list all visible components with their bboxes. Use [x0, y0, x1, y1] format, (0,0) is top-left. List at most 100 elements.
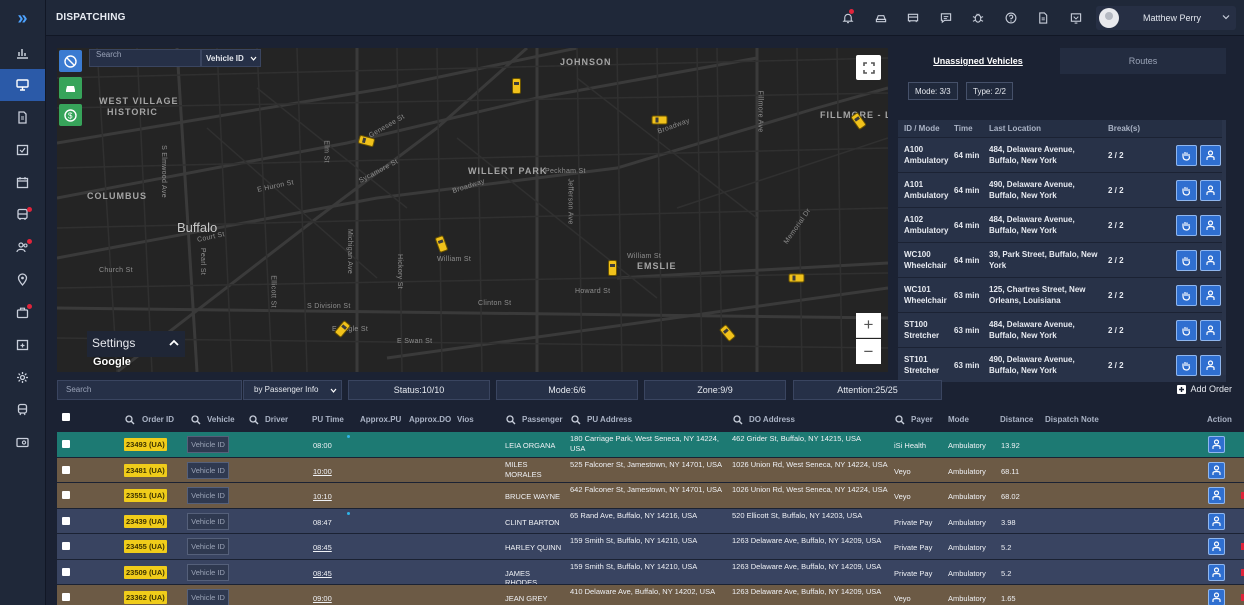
pu-time[interactable]: 09:00 [313, 594, 332, 603]
order-row[interactable]: 23509 (UA) Vehicle ID 08:45 JAMES RHODES… [57, 558, 1244, 587]
attention-filter[interactable]: Attention:25/25 [793, 380, 942, 400]
truck-button[interactable] [897, 10, 930, 26]
sidebar-item-chart[interactable] [0, 36, 45, 69]
vehicle-id-select[interactable]: Vehicle ID [187, 512, 229, 530]
vehicle-id-select[interactable]: Vehicle ID [187, 461, 229, 479]
tab-unassigned-vehicles[interactable]: Unassigned Vehicles [897, 48, 1059, 74]
vehicle-row[interactable]: A102 Ambulatory 64 min 484, Delaware Ave… [898, 207, 1226, 242]
search-icon[interactable] [733, 415, 743, 427]
order-row[interactable]: 23481 (UA) Vehicle ID 10:00 MILES MORALE… [57, 456, 1244, 482]
order-row[interactable]: 23493 (UA) Vehicle ID 08:00 LEIA ORGANA … [57, 431, 1244, 457]
assign-driver-button[interactable] [1208, 589, 1225, 605]
view-driver-button[interactable] [1200, 355, 1221, 376]
bell-button[interactable] [832, 9, 865, 26]
assign-vehicle-button[interactable] [1176, 355, 1197, 376]
user-menu[interactable]: Matthew Perry [1096, 6, 1236, 30]
view-driver-button[interactable] [1200, 180, 1221, 201]
assign-vehicle-button[interactable] [1176, 145, 1197, 166]
order-id[interactable]: 23362 (UA) [124, 591, 167, 604]
pu-time[interactable]: 08:45 [313, 569, 332, 578]
pu-time[interactable]: 10:10 [313, 492, 332, 501]
zoom-in-button[interactable]: + [856, 313, 881, 338]
assign-driver-button[interactable] [1208, 512, 1225, 530]
orders-search-type-select[interactable]: by Passenger Info [243, 380, 342, 400]
status-filter[interactable]: Status:10/10 [348, 380, 490, 400]
row-checkbox[interactable] [62, 593, 70, 601]
vehicles-scrollbar[interactable] [1222, 120, 1226, 375]
mode-filter-chip[interactable]: Mode: 3/3 [908, 82, 958, 100]
map-search-input[interactable]: Search [89, 49, 201, 67]
vehicle-marker[interactable] [608, 260, 617, 276]
assign-vehicle-button[interactable] [1176, 285, 1197, 306]
sidebar-item-users[interactable] [0, 231, 45, 264]
assign-driver-button[interactable] [1208, 461, 1225, 479]
vehicle-row[interactable]: ST101 Stretcher 63 min 490, Delaware Ave… [898, 347, 1226, 382]
order-id[interactable]: 23455 (UA) [124, 540, 167, 553]
assign-driver-button[interactable] [1208, 538, 1225, 555]
sidebar-item-train[interactable] [0, 394, 45, 427]
vehicle-id-select[interactable]: Vehicle ID [187, 487, 229, 504]
view-driver-button[interactable] [1200, 215, 1221, 236]
row-checkbox[interactable] [62, 542, 70, 550]
row-checkbox[interactable] [62, 440, 70, 448]
sidebar-item-document[interactable] [0, 101, 45, 134]
vehicle-row[interactable]: WC100 Wheelchair 64 min 39, Park Street,… [898, 242, 1226, 277]
order-id[interactable]: 23493 (UA) [124, 438, 167, 451]
chat-button[interactable] [930, 10, 963, 26]
assign-vehicle-button[interactable] [1176, 215, 1197, 236]
view-driver-button[interactable] [1200, 285, 1221, 306]
vehicle-row[interactable]: A100 Ambulatory 64 min 484, Delaware Ave… [898, 137, 1226, 172]
help-button[interactable] [995, 10, 1028, 26]
vehicle-id-select[interactable]: Vehicle ID [187, 563, 229, 581]
map-search-type-select[interactable]: Vehicle ID [201, 49, 261, 67]
pu-time[interactable]: 10:00 [313, 467, 332, 476]
show-vehicles-button[interactable] [59, 77, 82, 99]
orders-search-input[interactable]: Search [57, 380, 242, 400]
cast-button[interactable] [1060, 10, 1093, 26]
vehicle-id-select[interactable]: Vehicle ID [187, 589, 229, 605]
assign-driver-button[interactable] [1208, 436, 1225, 453]
search-icon[interactable] [895, 415, 905, 427]
show-payments-button[interactable]: $ [59, 104, 82, 126]
zone-filter[interactable]: Zone:9/9 [644, 380, 786, 400]
bug-button[interactable] [962, 10, 995, 26]
tab-routes[interactable]: Routes [1060, 48, 1226, 74]
select-all-checkbox[interactable] [62, 413, 70, 421]
file-button[interactable] [1027, 10, 1060, 26]
vehicle-row[interactable]: ST100 Stretcher 63 min 484, Delaware Ave… [898, 312, 1226, 347]
search-icon[interactable] [506, 415, 516, 427]
map-settings-toggle[interactable]: Settings [87, 331, 185, 357]
order-row[interactable]: 23362 (UA) Vehicle ID 09:00 JEAN GREY 41… [57, 584, 1244, 605]
order-id[interactable]: 23439 (UA) [124, 514, 167, 528]
vehicle-id-select[interactable]: Vehicle ID [187, 436, 229, 453]
dispatch-map[interactable]: WEST VILLAGE HISTORIC JOHNSON WILLERT PA… [57, 48, 888, 372]
order-id[interactable]: 23481 (UA) [124, 463, 167, 477]
fullscreen-button[interactable] [856, 55, 881, 80]
vehicle-row[interactable]: A101 Ambulatory 64 min 490, Delaware Ave… [898, 172, 1226, 207]
view-driver-button[interactable] [1200, 250, 1221, 271]
row-checkbox[interactable] [62, 465, 70, 474]
assign-vehicle-button[interactable] [1176, 180, 1197, 201]
assign-vehicle-button[interactable] [1176, 250, 1197, 271]
order-row[interactable]: 23551 (UA) Vehicle ID 10:10 BRUCE WAYNE … [57, 482, 1244, 508]
search-icon[interactable] [125, 415, 135, 427]
assign-vehicle-button[interactable] [1176, 320, 1197, 341]
vehicle-id-select[interactable]: Vehicle ID [187, 538, 229, 555]
sidebar-item-calendar-plus[interactable] [0, 329, 45, 362]
vehicle-marker[interactable] [788, 273, 805, 283]
hide-unassigned-button[interactable] [59, 50, 82, 72]
order-id[interactable]: 23551 (UA) [124, 489, 167, 502]
sidebar-item-card[interactable] [0, 426, 45, 459]
search-icon[interactable] [249, 415, 259, 427]
order-id[interactable]: 23509 (UA) [124, 565, 167, 579]
sidebar-item-calendar-check[interactable] [0, 134, 45, 167]
row-checkbox[interactable] [62, 491, 70, 499]
pu-time[interactable]: 08:45 [313, 543, 332, 552]
assign-driver-button[interactable] [1208, 487, 1225, 504]
order-row[interactable]: 23439 (UA) Vehicle ID 08:47 CLINT BARTON… [57, 507, 1244, 533]
sidebar-item-bus[interactable] [0, 199, 45, 232]
add-order-button[interactable]: Add Order [1177, 384, 1232, 394]
row-checkbox[interactable] [62, 567, 70, 576]
search-icon[interactable] [191, 415, 201, 427]
sidebar-item-gear[interactable] [0, 361, 45, 394]
